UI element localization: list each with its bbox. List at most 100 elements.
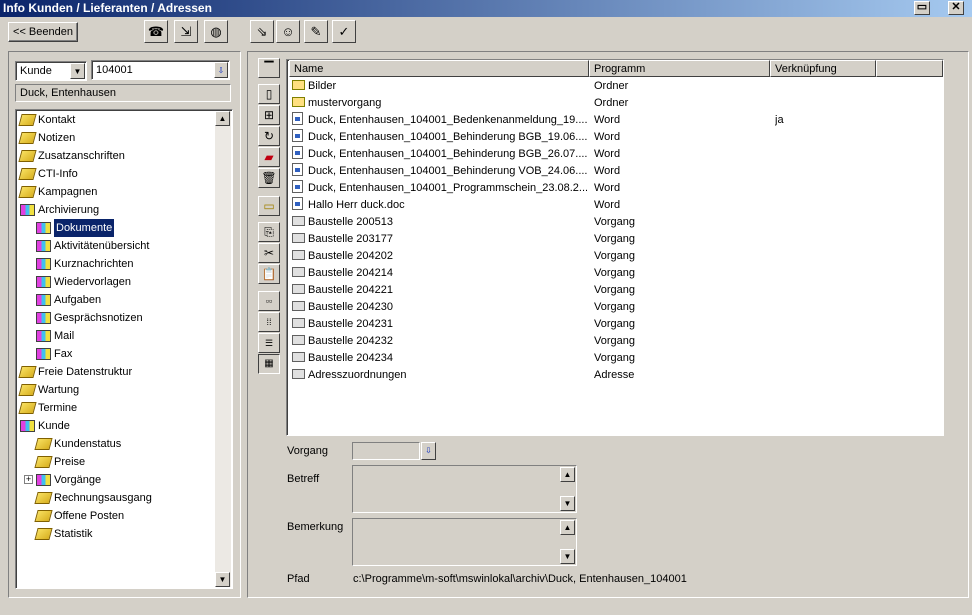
betreff-scroll-down-icon[interactable]: ▼ (560, 496, 575, 511)
new-document-icon[interactable]: ▯ (258, 84, 280, 104)
tree-item-label: Kunde (38, 420, 70, 432)
phone-icon[interactable]: ☎ (144, 20, 168, 43)
list-item[interactable]: Baustelle 204232 Vorgang (289, 333, 943, 350)
bemerkung-scroll-up-icon[interactable]: ▲ (560, 520, 575, 535)
navigation-tree[interactable]: Kontakt Notizen Zusatzanschriften CTI-Info K… (15, 109, 233, 589)
tree-item[interactable]: Freie Datenstruktur (18, 363, 133, 381)
restore-icon[interactable]: ▭ (914, 1, 930, 15)
tree-item[interactable]: CTI-Info (18, 165, 78, 183)
list-item[interactable]: Duck, Entenhausen_104001_Behinderung BGB… (289, 129, 943, 146)
column-header-link[interactable]: Verknüpfung (770, 60, 876, 77)
tree-item[interactable]: Aufgaben (36, 291, 101, 309)
tree-item[interactable]: Dokumente (36, 219, 115, 237)
vorgang-lookup-icon[interactable]: ⇩ (421, 442, 436, 460)
file-list[interactable]: Name Programm Verknüpfung Bilder Ordner mu… (286, 59, 944, 436)
list-item[interactable]: Baustelle 204234 Vorgang (289, 350, 943, 367)
scroll-up-icon[interactable]: ▲ (215, 111, 230, 126)
tree-item-label: Kampagnen (38, 186, 98, 198)
large-icons-view-icon[interactable]: ▫▫ (258, 291, 280, 311)
list-item[interactable]: Baustelle 200513 Vorgang (289, 214, 943, 231)
list-item[interactable]: mustervorgang Ordner (289, 95, 943, 112)
list-item[interactable]: Duck, Entenhausen_104001_Programmschein_… (289, 180, 943, 197)
books-multi-icon (36, 330, 51, 342)
column-header-name[interactable]: Name (289, 60, 589, 77)
list-item[interactable]: Duck, Entenhausen_104001_Behinderung VOB… (289, 163, 943, 180)
copy-icon[interactable]: ⎘ (258, 222, 280, 242)
word-document-icon (292, 129, 303, 142)
tree-item[interactable]: Offene Posten (34, 507, 124, 525)
tree-item[interactable]: Gesprächsnotizen (36, 309, 143, 327)
betreff-scroll-up-icon[interactable]: ▲ (560, 467, 575, 482)
tree-item[interactable]: Statistik (34, 525, 93, 543)
customer-type-select[interactable]: Kunde ▼ (15, 61, 87, 81)
list-item[interactable]: Bilder Ordner (289, 78, 943, 95)
list-item[interactable]: Adresszuordnungen Adresse (289, 367, 943, 384)
refresh-icon[interactable]: ↻ (258, 126, 280, 146)
open-folder-icon[interactable]: ▭ (258, 196, 280, 216)
details-view-icon[interactable]: ▦ (258, 354, 280, 374)
word-document-icon (292, 180, 303, 193)
scroll-down-icon[interactable]: ▼ (215, 572, 230, 587)
tree-item[interactable]: Kundenstatus (34, 435, 121, 453)
tree-item[interactable]: Zusatzanschriften (18, 147, 125, 165)
tree-item[interactable]: Aktivitätenübersicht (36, 237, 149, 255)
list-view-icon[interactable]: ☰ (258, 333, 280, 353)
tree-item[interactable]: Kampagnen (18, 183, 98, 201)
list-item[interactable]: Baustelle 204214 Vorgang (289, 265, 943, 282)
customer-number-field[interactable]: 104001 ⇩ (91, 60, 230, 80)
tree-item[interactable]: Fax (36, 345, 72, 363)
tree-item[interactable]: Kontakt (18, 111, 75, 129)
tree-item[interactable]: Mail (36, 327, 74, 345)
list-item[interactable]: Baustelle 204230 Vorgang (289, 299, 943, 316)
betreff-field[interactable]: ▲ ▼ (352, 465, 577, 513)
tree-item-label: Kurznachrichten (54, 258, 134, 270)
tree-scrollbar[interactable]: ▲ ▼ (215, 111, 231, 587)
list-item[interactable]: Baustelle 203177 Vorgang (289, 231, 943, 248)
user-icon[interactable]: ☺ (276, 20, 300, 43)
list-item-name: Baustelle 204231 (308, 318, 394, 330)
edit-note-icon[interactable]: ✎ (304, 20, 328, 43)
lookup-arrow-icon[interactable]: ⇩ (214, 62, 228, 78)
list-item[interactable]: Baustelle 204231 Vorgang (289, 316, 943, 333)
bemerkung-field[interactable]: ▲ ▼ (352, 518, 577, 566)
cut-icon[interactable]: ✂ (258, 243, 280, 263)
screen-export-icon[interactable]: ⇲ (174, 20, 198, 43)
chevron-down-icon[interactable]: ▼ (70, 63, 85, 79)
tree-item[interactable]: Wiedervorlagen (36, 273, 131, 291)
tree-item[interactable]: + Vorgänge (24, 471, 101, 489)
list-item[interactable]: Duck, Entenhausen_104001_Bedenkenanmeldu… (289, 112, 943, 129)
minimize-list-icon[interactable]: ▔ (258, 58, 280, 78)
tree-item[interactable]: Rechnungsausgang (34, 489, 152, 507)
bemerkung-scroll-down-icon[interactable]: ▼ (560, 549, 575, 564)
list-item[interactable]: Hallo Herr duck.doc Word (289, 197, 943, 214)
tree-item-label: Freie Datenstruktur (38, 366, 133, 378)
list-item[interactable]: Duck, Entenhausen_104001_Behinderung BGB… (289, 146, 943, 163)
check-note-icon[interactable]: ✓ (332, 20, 356, 43)
eraser-icon[interactable]: ▰ (258, 147, 280, 167)
tree-item[interactable]: Kunde (20, 417, 70, 435)
paste-icon[interactable]: 📋 (258, 264, 280, 284)
column-header-program[interactable]: Programm (589, 60, 770, 77)
document-arrow-icon[interactable]: ⇘ (250, 20, 274, 43)
tree-item[interactable]: Termine (18, 399, 77, 417)
expand-plus-icon[interactable]: + (24, 475, 33, 484)
tree-item[interactable]: Kurznachrichten (36, 255, 134, 273)
back-button[interactable]: << Beenden (8, 22, 78, 42)
list-item[interactable]: Baustelle 204221 Vorgang (289, 282, 943, 299)
tree-item[interactable]: Notizen (18, 129, 76, 147)
trash-icon[interactable]: 🗑 (258, 168, 280, 188)
new-document-green-icon[interactable]: ⊞ (258, 105, 280, 125)
list-item-name: Baustelle 204230 (308, 301, 394, 313)
vorgang-field[interactable] (352, 442, 420, 460)
tree-item[interactable]: Wartung (18, 381, 79, 399)
small-icons-view-icon[interactable]: ⁞⁞ (258, 312, 280, 332)
books-multi-icon (36, 222, 51, 234)
list-item[interactable]: Baustelle 204202 Vorgang (289, 248, 943, 265)
tree-item[interactable]: Preise (34, 453, 85, 471)
globe-icon[interactable]: ◍ (204, 20, 228, 43)
folder-icon (292, 233, 305, 243)
tree-item[interactable]: Archivierung (20, 201, 99, 219)
tree-item-label: Notizen (38, 132, 76, 144)
close-icon[interactable]: ✕ (948, 1, 964, 15)
book-icon (18, 114, 37, 126)
